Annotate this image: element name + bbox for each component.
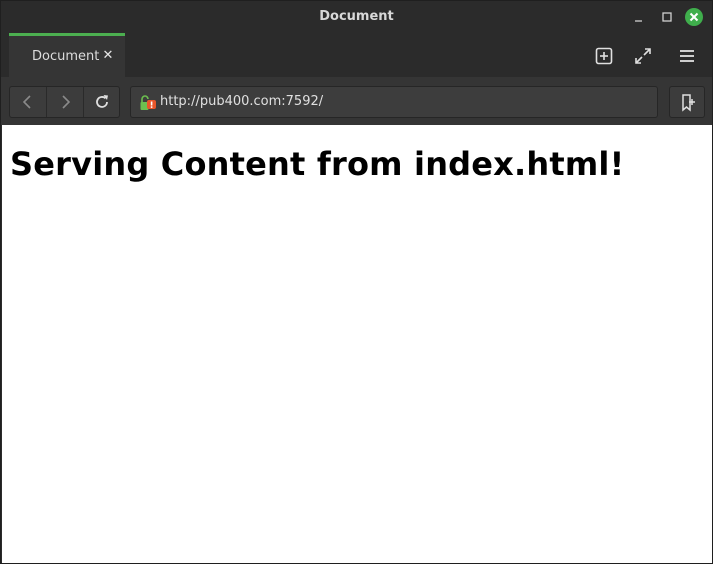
main-menu-button[interactable] — [676, 45, 698, 67]
url-text[interactable]: http://pub400.com:7592/ — [160, 94, 323, 109]
forward-button[interactable] — [47, 87, 84, 117]
page-heading: Serving Content from index.html! — [10, 145, 625, 183]
tab-strip: Document ✕ — [1, 33, 712, 77]
close-window-button[interactable] — [685, 8, 703, 26]
bookmark-page-button[interactable] — [669, 86, 705, 118]
tab-close-button[interactable]: ✕ — [101, 47, 115, 65]
navigation-bar: http://pub400.com:7592/ — [1, 77, 712, 125]
tab-document[interactable]: Document ✕ — [9, 33, 125, 77]
chevron-right-icon — [62, 95, 71, 109]
chevron-left-icon — [22, 95, 31, 109]
minimize-icon — [635, 20, 642, 22]
address-bar[interactable]: http://pub400.com:7592/ — [130, 86, 658, 118]
fullscreen-button[interactable] — [632, 45, 654, 67]
minimize-button[interactable] — [630, 8, 648, 26]
maximize-button[interactable] — [658, 8, 676, 26]
back-button[interactable] — [10, 87, 47, 117]
title-bar[interactable]: Document — [1, 1, 712, 33]
reload-button[interactable] — [84, 87, 121, 117]
reload-icon — [96, 95, 108, 108]
maximize-icon — [662, 12, 672, 22]
new-tab-button[interactable] — [593, 45, 615, 67]
new-tab-icon — [595, 47, 613, 65]
window-title: Document — [319, 9, 394, 24]
page-content: Serving Content from index.html! — [2, 125, 712, 563]
hamburger-menu-icon — [680, 50, 694, 62]
navigation-buttons — [9, 86, 120, 118]
fullscreen-icon — [635, 48, 651, 64]
browser-window: Document Document ✕ http://pub400.com:75… — [0, 0, 713, 564]
close-icon — [685, 8, 703, 26]
tab-label: Document — [32, 49, 100, 64]
add-bookmark-icon — [682, 94, 695, 112]
insecure-lock-warning-icon — [140, 95, 156, 110]
